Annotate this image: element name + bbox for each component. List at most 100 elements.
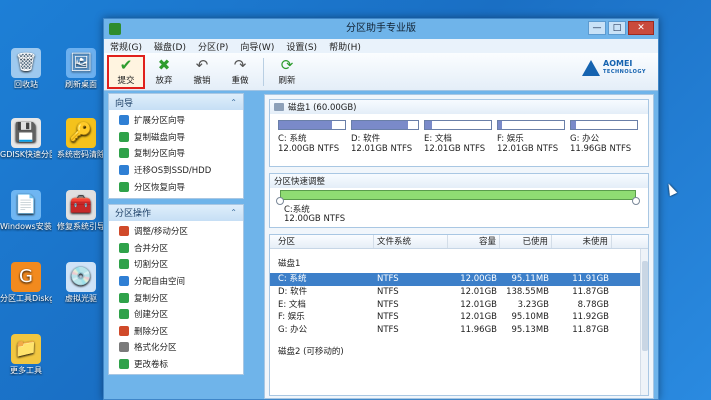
- action-icon: [119, 115, 129, 126]
- wizard-group-title: 向导: [115, 98, 134, 109]
- cross-icon: ✖: [157, 56, 171, 74]
- redo-button[interactable]: ↷ 重做: [221, 55, 259, 89]
- close-button[interactable]: ✕: [628, 21, 654, 35]
- table-cell: 8.78GB: [577, 299, 609, 310]
- wizard-item[interactable]: 迁移OS到SSD/HDD: [109, 162, 243, 179]
- table-row[interactable]: G: 办公 NTFS 11.96GB 95.13MB 11.87GB: [270, 324, 648, 337]
- wizard-group-header[interactable]: 向导 ⌃: [109, 94, 243, 110]
- partition-usage-bar: [278, 120, 346, 130]
- partition-block[interactable]: C: 系统 12.00GB NTFS: [278, 120, 346, 154]
- desktop-icon[interactable]: 💾 GDISK快速分区: [0, 118, 52, 160]
- table-cell: 95.10MB: [511, 312, 550, 323]
- table-cell: NTFS: [377, 312, 399, 323]
- table-row[interactable]: C: 系统 NTFS 12.00GB 95.11MB 11.91GB: [270, 273, 648, 286]
- desktop-icon[interactable]: 📁 更多工具: [0, 334, 52, 376]
- ops-group: 分区操作 ⌃ 调整/移动分区 合并分区 切割分区 分配自由空间复制分区创建分区删除分区…: [108, 203, 244, 376]
- table-cell: 11.87GB: [572, 286, 609, 297]
- ops-item-label: 复制分区: [134, 293, 169, 304]
- wizard-item[interactable]: 分区恢复向导: [109, 178, 243, 195]
- desktop-app-icon: 📁: [11, 334, 41, 364]
- ops-group-title: 分区操作: [115, 209, 152, 220]
- wizard-item[interactable]: 扩展分区向导: [109, 112, 243, 129]
- discard-button[interactable]: ✖ 放弃: [145, 55, 183, 89]
- ops-item[interactable]: 更改卷标: [109, 356, 243, 373]
- partition-usage-fill: [352, 121, 409, 129]
- scroll-thumb[interactable]: [642, 261, 648, 351]
- column-header[interactable]: 未使用: [552, 235, 612, 248]
- desktop-app-icon: 🖼: [66, 48, 96, 78]
- ops-item-label: 格式化分区: [134, 343, 177, 354]
- desktop-icon[interactable]: 🔑 系统密码清除: [55, 118, 107, 160]
- column-header[interactable]: 分区: [270, 235, 374, 248]
- menu-item[interactable]: 向导(W): [240, 40, 274, 53]
- ops-item[interactable]: 格式化分区: [109, 339, 243, 356]
- desktop-icon[interactable]: 🖼 刷新桌面: [55, 48, 107, 90]
- column-header[interactable]: 已使用: [500, 235, 552, 248]
- desktop-icon[interactable]: 📄 Windows安装器: [0, 190, 52, 232]
- table-cell: 11.91GB: [572, 274, 609, 284]
- desktop-icon[interactable]: 💿 虚拟光驱: [55, 262, 107, 304]
- ops-item[interactable]: 合并分区: [109, 240, 243, 257]
- partition-usage-fill: [425, 121, 432, 129]
- partition-info: 11.96GB NTFS: [570, 144, 632, 154]
- ops-item-label: 删除分区: [134, 326, 169, 337]
- mouse-cursor: [664, 181, 678, 197]
- undo-button[interactable]: ↶ 撤销: [183, 55, 221, 89]
- partition-block[interactable]: E: 文档 12.01GB NTFS: [424, 120, 492, 154]
- table-scrollbar[interactable]: [640, 249, 648, 395]
- title-bar[interactable]: 分区助手专业版 — □ ✕: [104, 19, 658, 39]
- desktop-icon[interactable]: 🧰 修复系统引导: [55, 190, 107, 232]
- minimize-button[interactable]: —: [588, 21, 606, 35]
- collapse-icon[interactable]: ⌃: [230, 208, 237, 217]
- partition-block[interactable]: F: 娱乐 12.01GB NTFS: [497, 120, 565, 154]
- table-cell: 12.01GB: [460, 286, 497, 297]
- partition-block[interactable]: G: 办公 11.96GB NTFS: [570, 120, 638, 154]
- action-icon: [119, 165, 129, 176]
- resize-handle-right[interactable]: [632, 197, 640, 205]
- resize-handle-left[interactable]: [276, 197, 284, 205]
- collapse-icon[interactable]: ⌃: [230, 98, 237, 107]
- table-row[interactable]: D: 软件 NTFS 12.01GB 138.55MB 11.87GB: [270, 286, 648, 299]
- disk1-title: 磁盘1 (60.00GB): [288, 103, 357, 113]
- ops-item[interactable]: 删除分区: [109, 323, 243, 340]
- toolbar-separator: [263, 57, 264, 86]
- wizard-item[interactable]: 复制分区向导: [109, 145, 243, 162]
- ops-item[interactable]: 分配自由空间: [109, 273, 243, 290]
- partition-resize-bar[interactable]: [280, 190, 636, 200]
- column-header[interactable]: 文件系统: [374, 235, 448, 248]
- ops-item[interactable]: 调整/移动分区: [109, 223, 243, 240]
- partition-name: G: 办公: [570, 134, 600, 144]
- toolbar-button-label: 提交: [117, 76, 135, 86]
- ops-group-header[interactable]: 分区操作 ⌃: [109, 204, 243, 221]
- table-cell: G: 办公: [278, 325, 308, 336]
- menu-item[interactable]: 帮助(H): [329, 40, 361, 53]
- desktop-icon[interactable]: 🗑 回收站: [0, 48, 52, 90]
- table-header: 分区 文件系统 容量 已使用 未使用: [270, 235, 648, 249]
- submit-button[interactable]: ✔ 提交: [107, 54, 145, 89]
- disk-icon: [274, 103, 284, 111]
- ops-item[interactable]: 切割分区: [109, 256, 243, 273]
- ops-item[interactable]: 创建分区: [109, 306, 243, 323]
- partition-info: 12.00GB NTFS: [278, 144, 340, 154]
- toolbar-button-label: 放弃: [155, 76, 173, 86]
- refresh-button[interactable]: ⟳ 刷新: [268, 55, 306, 89]
- menu-item[interactable]: 分区(P): [198, 40, 228, 53]
- partition-usage-bar: [570, 120, 638, 130]
- maximize-button[interactable]: □: [608, 21, 626, 35]
- partition-table: 分区 文件系统 容量 已使用 未使用 磁盘1 C: 系统 NTFS 12.00GB 95.11M…: [269, 234, 649, 396]
- table-cell: 11.92GB: [572, 312, 609, 323]
- column-header[interactable]: 容量: [448, 235, 500, 248]
- partition-block[interactable]: D: 软件 12.01GB NTFS: [351, 120, 419, 154]
- table-row[interactable]: F: 娱乐 NTFS 12.01GB 95.10MB 11.92GB: [270, 311, 648, 324]
- wizard-item[interactable]: 复制磁盘向导: [109, 129, 243, 146]
- desktop-icon[interactable]: G 分区工具Diskgenius: [0, 262, 52, 304]
- table-cell: 11.87GB: [572, 325, 609, 336]
- table-row[interactable]: E: 文档 NTFS 12.01GB 3.23GB 8.78GB: [270, 299, 648, 312]
- menu-item[interactable]: 磁盘(D): [154, 40, 186, 53]
- partition-name: D: 软件: [351, 134, 381, 144]
- table-cell: 12.01GB: [460, 312, 497, 323]
- menu-item[interactable]: 常规(G): [110, 40, 142, 53]
- wizard-item-label: 分区恢复向导: [134, 182, 186, 193]
- ops-item[interactable]: 复制分区: [109, 289, 243, 306]
- menu-item[interactable]: 设置(S): [286, 40, 317, 53]
